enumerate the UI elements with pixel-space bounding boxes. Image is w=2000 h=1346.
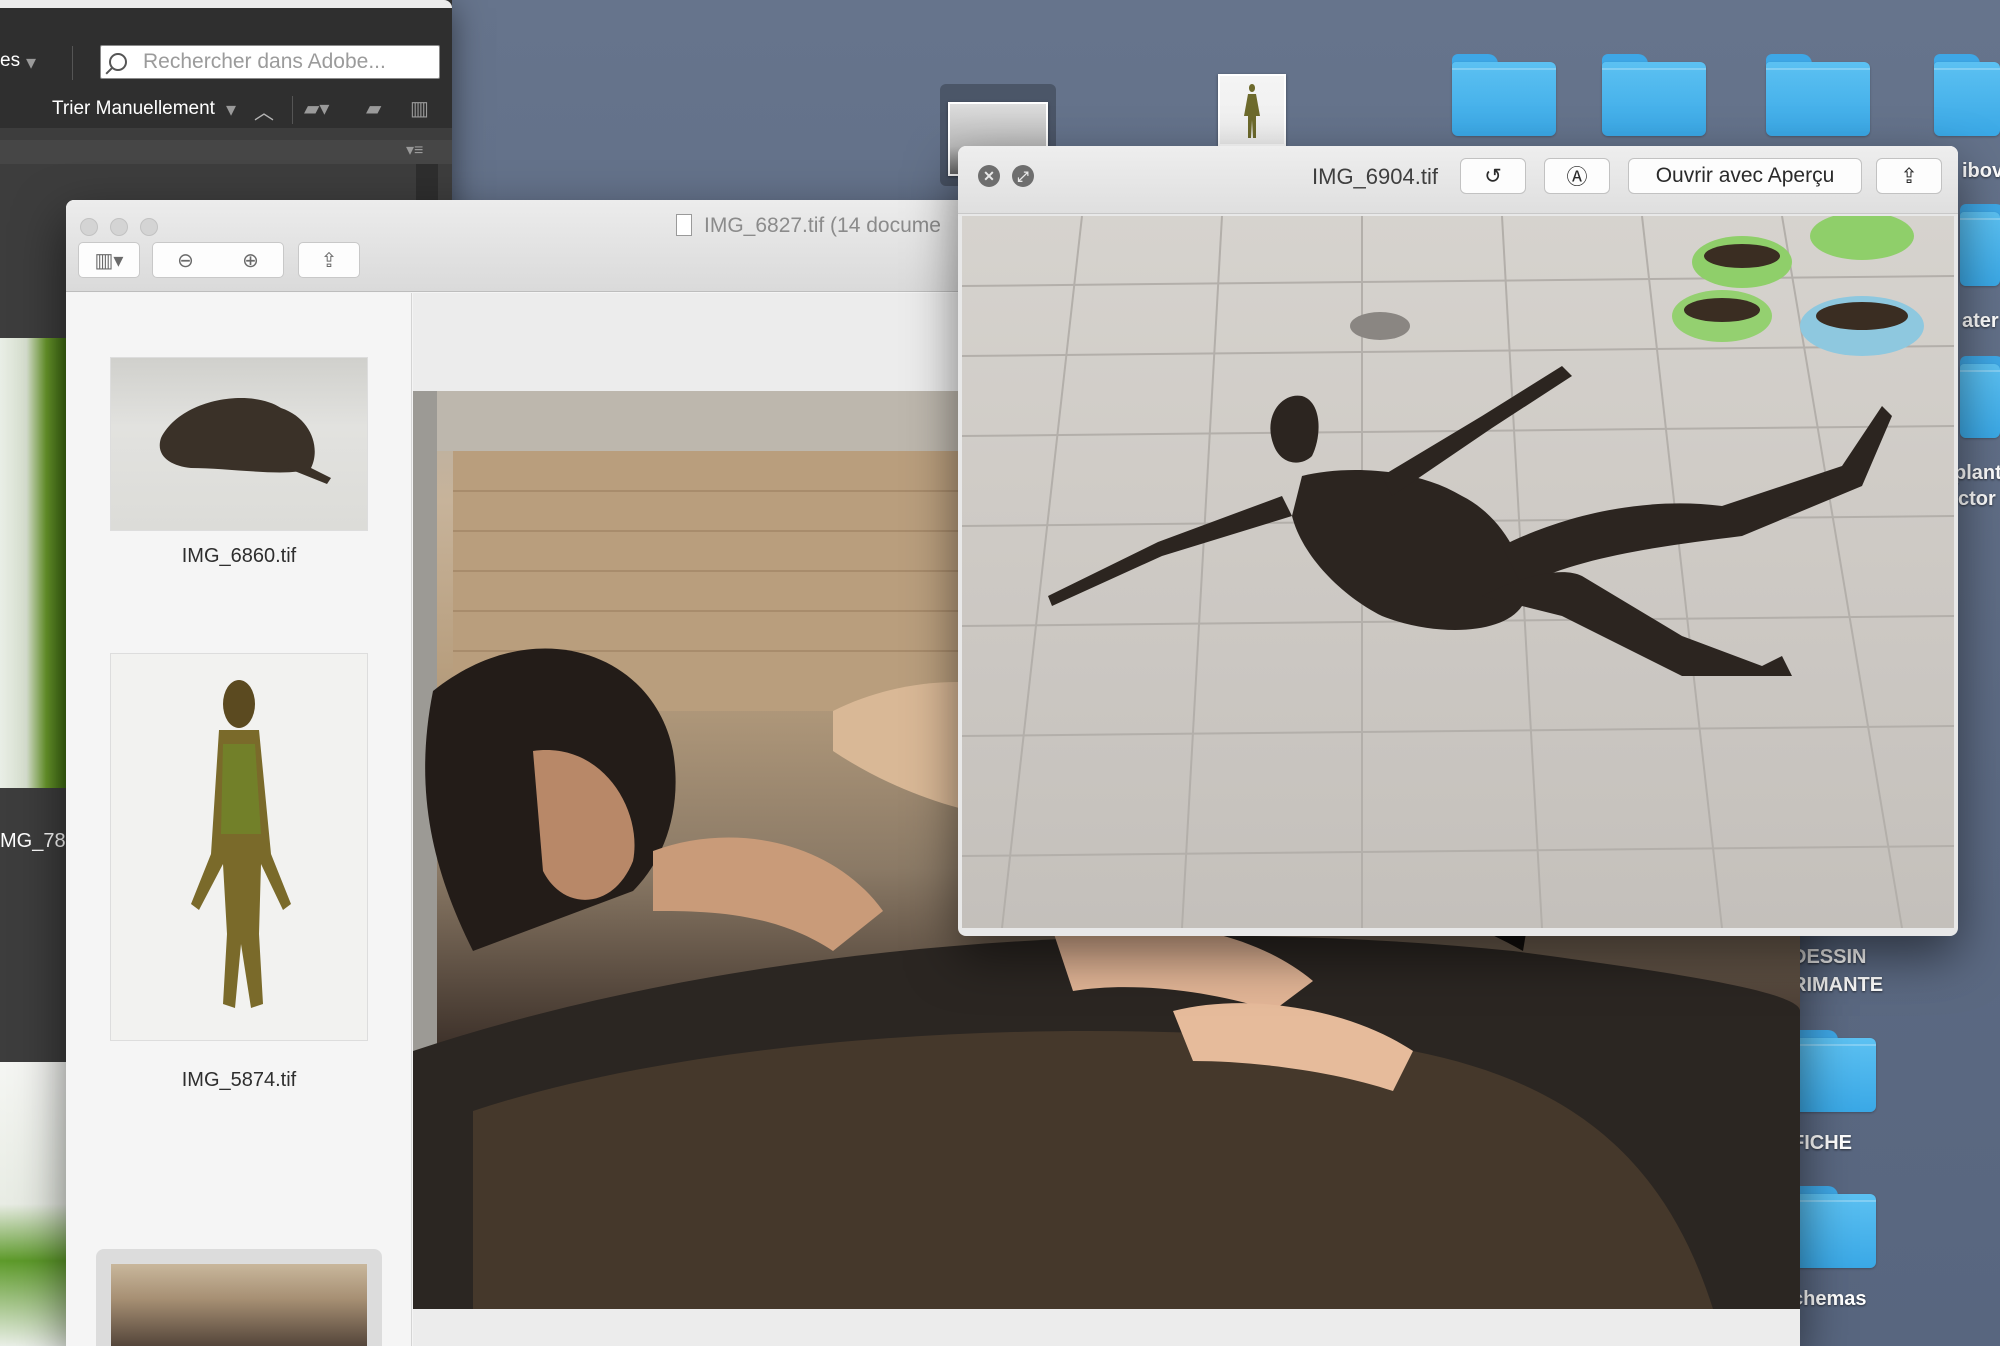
sort-menu[interactable]: Trier Manuellement (52, 98, 215, 120)
sort-ascending-icon[interactable]: ︿ (254, 96, 274, 125)
desktop-folder-label[interactable]: ibov (1962, 160, 2000, 183)
quicklook-title: IMG_6904.tif (1312, 164, 1438, 189)
rotate-button[interactable]: ↺ (1460, 158, 1526, 194)
search-placeholder: Rechercher dans Adobe... (143, 50, 386, 73)
zoom-button[interactable] (140, 218, 158, 236)
falling-figure-graphic (962, 216, 1954, 928)
new-folder-icon[interactable]: ▰ (366, 96, 381, 121)
folder-open-icon[interactable]: ▰▾ (304, 96, 329, 121)
bridge-partial-label: es (0, 50, 21, 71)
desktop-folder-label[interactable]: ater (1962, 310, 1999, 333)
thumbnail-label: IMG_5874.tif (181, 1069, 297, 1091)
minimize-button[interactable] (110, 218, 128, 236)
quicklook-photo (962, 216, 1954, 928)
thumbnail-image[interactable] (110, 653, 368, 1041)
desktop-folder-label[interactable]: chemas (1792, 1288, 1867, 1311)
share-icon: ⇪ (320, 249, 338, 272)
desktop-folder-label[interactable]: ctor (1958, 488, 1996, 511)
panel-menu-icon[interactable]: ▾≡ (406, 140, 423, 160)
folder-icon[interactable] (1792, 1186, 1876, 1268)
toolbar-divider (292, 96, 293, 124)
bridge-image-partial[interactable] (0, 1062, 66, 1346)
sidebar-icon: ▥▾ (94, 249, 124, 272)
desktop-folder-label[interactable]: RIMANTE (1792, 974, 1883, 997)
desktop-folder-label[interactable]: DESSIN (1792, 946, 1866, 969)
folder-icon[interactable] (1934, 54, 2000, 136)
search-icon (109, 53, 127, 71)
thumbnail-sidebar: IMG_6860.tif IMG_5874.tif (66, 293, 412, 1346)
window-title: IMG_6827.tif (14 docume (704, 214, 941, 237)
folder-icon[interactable] (1766, 54, 1870, 136)
trash-icon[interactable]: ▥ (410, 96, 429, 121)
thumbnail-label: IMG_6860.tif (181, 545, 297, 567)
thumbnail-image-selected[interactable] (110, 1263, 368, 1346)
folder-icon[interactable] (1602, 54, 1706, 136)
sidebar-toggle-button[interactable]: ▥▾ (78, 242, 140, 278)
share-button[interactable]: ⇪ (1876, 158, 1942, 194)
desktop-folder-label[interactable]: FICHE (1792, 1132, 1852, 1155)
bridge-titlebar (0, 0, 452, 8)
bridge-panel-header: ▾≡ (0, 140, 452, 164)
zoom-in-icon[interactable]: ⊕ (242, 248, 259, 273)
share-button[interactable]: ⇪ (298, 242, 360, 278)
close-icon[interactable]: ✕ (978, 165, 1000, 187)
chevron-down-icon[interactable]: ▾ (226, 97, 236, 122)
share-icon: ⇪ (1900, 164, 1918, 188)
bridge-image-partial[interactable] (0, 338, 66, 788)
rotate-icon: ↺ (1484, 164, 1502, 188)
curled-figure-graphic (159, 398, 331, 484)
bridge-search-input[interactable]: Rechercher dans Adobe... (100, 45, 440, 79)
thumbnail-image[interactable] (110, 357, 368, 531)
folder-icon[interactable] (1960, 356, 2000, 438)
folder-icon[interactable] (1960, 204, 2000, 286)
document-icon (676, 214, 692, 236)
markup-icon: Ⓐ (1566, 166, 1588, 189)
toolbar-divider (72, 46, 73, 80)
folder-icon[interactable] (1452, 54, 1556, 136)
fullscreen-icon[interactable]: ⤢ (1012, 165, 1034, 187)
moss-figure-graphic (191, 680, 291, 1008)
chevron-down-icon[interactable]: ▾ (26, 50, 36, 75)
open-with-preview-button[interactable]: Ouvrir avec Aperçu (1628, 158, 1862, 194)
zoom-controls[interactable]: ⊖ ⊕ (152, 242, 284, 278)
close-button[interactable] (80, 218, 98, 236)
zoom-out-icon[interactable]: ⊖ (177, 248, 194, 273)
desktop-image-thumbnail[interactable] (1218, 74, 1286, 146)
folder-icon[interactable] (1792, 1030, 1876, 1112)
quicklook-toolbar: ✕ ⤢ IMG_6904.tif ↺ Ⓐ Ouvrir avec Aperçu … (958, 146, 1958, 214)
markup-button[interactable]: Ⓐ (1544, 158, 1610, 194)
desktop-folder-label[interactable]: plant (1954, 462, 2000, 485)
quicklook-window: ✕ ⤢ IMG_6904.tif ↺ Ⓐ Ouvrir avec Aperçu … (958, 146, 1958, 936)
figure-thumbnail-graphic (1244, 84, 1260, 138)
